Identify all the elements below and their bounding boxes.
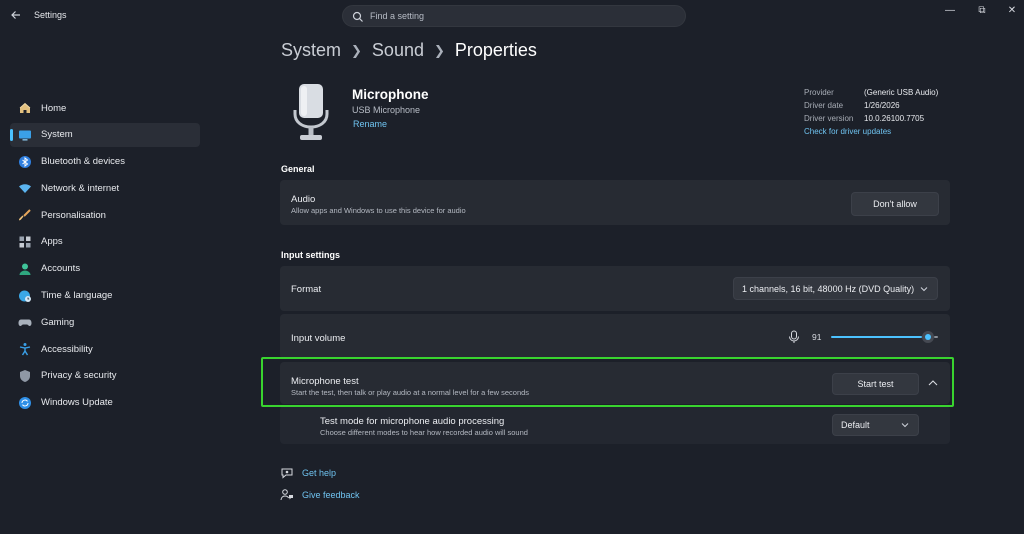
driver-version-label: Driver version <box>804 114 854 123</box>
device-subtitle: USB Microphone <box>352 105 421 115</box>
globe-clock-icon <box>18 289 32 303</box>
close-button[interactable]: ✕ <box>1003 4 1021 18</box>
shield-icon <box>18 369 32 383</box>
test-mode-description: Choose different modes to hear how recor… <box>320 428 528 437</box>
sidebar-item-gaming[interactable]: Gaming <box>10 310 200 334</box>
give-feedback-link[interactable]: Give feedback <box>280 488 360 502</box>
minimize-button[interactable]: — <box>941 4 959 18</box>
search-icon <box>352 11 363 22</box>
app-title: Settings <box>34 10 67 20</box>
system-icon <box>18 128 32 142</box>
back-button[interactable] <box>8 9 24 25</box>
chevron-right-icon: ❯ <box>351 42 362 58</box>
microphone-icon <box>293 84 329 140</box>
sidebar-item-network[interactable]: Network & internet <box>10 176 200 200</box>
test-mode-title: Test mode for microphone audio processin… <box>320 416 505 427</box>
chevron-down-icon <box>901 423 909 428</box>
sidebar-item-home[interactable]: Home <box>10 96 200 120</box>
driver-version-value: 10.0.26100.7705 <box>864 114 925 123</box>
search-placeholder: Find a setting <box>370 11 425 21</box>
slider-track <box>934 336 938 338</box>
sidebar-item-bluetooth[interactable]: Bluetooth & devices <box>10 150 200 174</box>
driver-date-label: Driver date <box>804 101 844 110</box>
general-section-title: General <box>281 164 315 174</box>
audio-card: Audio Allow apps and Windows to use this… <box>280 180 950 225</box>
sidebar-item-time-language[interactable]: Time & language <box>10 284 200 308</box>
format-title: Format <box>291 284 322 295</box>
search-input[interactable]: Find a setting <box>342 5 686 27</box>
audio-title: Audio <box>291 194 316 205</box>
home-icon <box>18 101 32 115</box>
help-icon <box>281 468 293 479</box>
feedback-icon <box>280 489 293 501</box>
input-volume-value: 91 <box>812 332 822 342</box>
provider-label: Provider <box>804 88 834 97</box>
highlight-box <box>261 357 954 407</box>
back-arrow-icon <box>11 11 20 19</box>
check-driver-updates-link[interactable]: Check for driver updates <box>804 127 891 136</box>
driver-info: Provider (Generic USB Audio) Driver date… <box>804 88 964 140</box>
breadcrumb-sound[interactable]: Sound <box>372 40 424 61</box>
sidebar-item-accessibility[interactable]: Accessibility <box>10 337 200 361</box>
format-card: Format 1 channels, 16 bit, 48000 Hz (DVD… <box>280 266 950 311</box>
sidebar-item-accounts[interactable]: Accounts <box>10 257 200 281</box>
audio-description: Allow apps and Windows to use this devic… <box>291 206 466 215</box>
breadcrumb-system[interactable]: System <box>281 40 341 61</box>
wifi-icon <box>18 181 32 195</box>
provider-value: (Generic USB Audio) <box>864 88 939 97</box>
page-title: Properties <box>454 40 537 60</box>
get-help-link[interactable]: Get help <box>280 466 336 480</box>
test-mode-dropdown[interactable]: Default <box>832 414 919 436</box>
chevron-right-icon: ❯ <box>433 42 445 58</box>
brush-icon <box>18 208 32 222</box>
device-header: Microphone USB Microphone Rename Provide… <box>288 82 968 152</box>
rename-link[interactable]: Rename <box>353 119 387 129</box>
test-mode-value: Default <box>841 420 870 430</box>
sidebar-item-apps[interactable]: Apps <box>10 230 200 254</box>
input-volume-card: Input volume 91 <box>280 314 950 359</box>
sidebar-item-personalisation[interactable]: Personalisation <box>10 203 200 227</box>
input-volume-slider[interactable] <box>831 330 938 344</box>
input-settings-section-title: Input settings <box>281 250 340 260</box>
gamepad-icon <box>18 315 32 329</box>
maximize-button[interactable]: ⧉ <box>973 4 991 18</box>
format-dropdown[interactable]: 1 channels, 16 bit, 48000 Hz (DVD Qualit… <box>733 277 938 300</box>
breadcrumb: System ❯ Sound ❯ Properties <box>281 40 537 61</box>
sidebar-item-windows-update[interactable]: Windows Update <box>10 391 200 415</box>
driver-date-value: 1/26/2026 <box>864 101 900 110</box>
slider-thumb[interactable] <box>922 331 934 343</box>
sidebar-item-privacy-security[interactable]: Privacy & security <box>10 364 200 388</box>
chevron-down-icon <box>920 286 928 291</box>
device-name: Microphone <box>352 87 429 102</box>
accounts-icon <box>18 262 32 276</box>
dont-allow-button[interactable]: Don't allow <box>851 192 939 216</box>
accessibility-icon <box>18 342 32 356</box>
title-bar: Settings Find a setting — ⧉ ✕ <box>0 0 1024 34</box>
input-volume-title: Input volume <box>291 333 346 344</box>
test-mode-card: Test mode for microphone audio processin… <box>280 406 950 444</box>
update-icon <box>18 396 32 410</box>
bluetooth-icon <box>18 155 32 169</box>
sidebar-nav: Home System Bluetooth & devices Network … <box>10 96 200 418</box>
apps-icon <box>18 235 32 249</box>
slider-fill <box>831 336 922 338</box>
sidebar-item-system[interactable]: System <box>10 122 200 147</box>
format-value: 1 channels, 16 bit, 48000 Hz (DVD Qualit… <box>742 283 915 294</box>
microphone-icon[interactable] <box>788 330 800 344</box>
